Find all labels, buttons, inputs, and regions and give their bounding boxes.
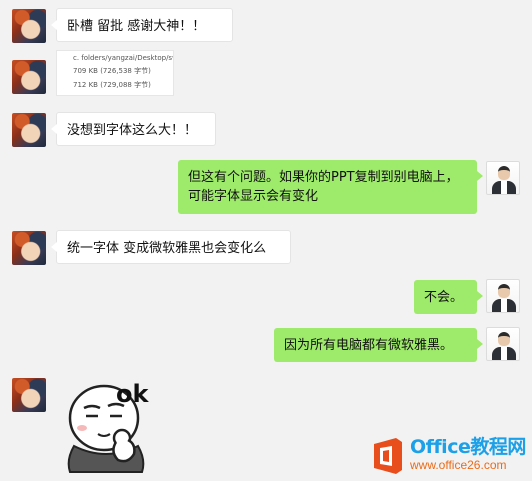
self-avatar[interactable]	[486, 327, 520, 361]
sticker-text: ok	[116, 380, 149, 408]
watermark: Office教程网 www.office26.com	[366, 430, 532, 481]
contact-avatar[interactable]	[12, 378, 46, 412]
office-logo-icon	[374, 438, 402, 474]
message-bubble-outgoing[interactable]: 因为所有电脑都有微软雅黑。	[274, 328, 483, 362]
message-bubble-incoming[interactable]: 卧槽 留批 感谢大神！！	[51, 8, 233, 42]
watermark-title: Office教程网	[410, 436, 526, 458]
image-text-line: 709 KB (726,538 字节)	[73, 67, 151, 75]
self-avatar[interactable]	[486, 161, 520, 195]
message-text: 没想到字体这么大！！	[67, 123, 198, 138]
image-text-line: c. folders/yangzai/Desktop/swiss	[73, 54, 173, 62]
message-text: 不会。	[424, 290, 464, 305]
watermark-url: www.office26.com	[410, 458, 507, 472]
contact-avatar[interactable]	[12, 9, 46, 43]
message-text: 但这有个问题。如果你的PPT复制到别电脑上，可能字体显示会有变化	[188, 170, 459, 204]
sticker-message[interactable]: ok	[60, 376, 180, 474]
contact-avatar[interactable]	[12, 60, 46, 94]
image-message[interactable]: c. folders/yangzai/Desktop/swiss 709 KB …	[56, 50, 174, 96]
message-bubble-incoming[interactable]: 没想到字体这么大！！	[51, 112, 216, 146]
contact-avatar[interactable]	[12, 113, 46, 147]
contact-avatar[interactable]	[12, 231, 46, 265]
self-avatar[interactable]	[486, 279, 520, 313]
message-text: 因为所有电脑都有微软雅黑。	[284, 338, 454, 353]
message-bubble-outgoing[interactable]: 但这有个问题。如果你的PPT复制到别电脑上，可能字体显示会有变化	[178, 160, 483, 214]
message-bubble-incoming[interactable]: 统一字体 变成微软雅黑也会变化么	[51, 230, 291, 264]
message-text: 卧槽 留批 感谢大神！！	[67, 19, 206, 34]
message-text: 统一字体 变成微软雅黑也会变化么	[67, 241, 267, 256]
message-bubble-outgoing[interactable]: 不会。	[414, 280, 483, 314]
image-text-line: 712 KB (729,088 字节)	[73, 81, 151, 89]
